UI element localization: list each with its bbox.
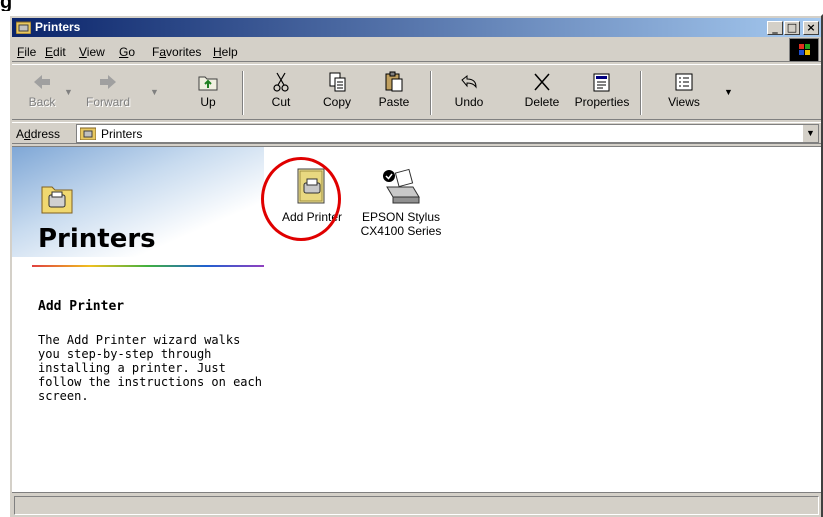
- figure-caption-fragment: g: [0, 0, 13, 11]
- menu-file[interactable]: File: [17, 45, 36, 59]
- delete-button[interactable]: Delete: [512, 69, 572, 117]
- delete-x-icon: [534, 73, 550, 91]
- toolbar-separator: [430, 71, 432, 115]
- maximize-button[interactable]: □: [784, 21, 800, 35]
- menu-favorites[interactable]: Favorites: [152, 45, 201, 59]
- window-title: Printers: [35, 20, 81, 34]
- forward-button[interactable]: Forward: [78, 69, 138, 117]
- address-bar: Address Printers ▼: [12, 122, 821, 144]
- printers-folder-icon: [80, 127, 96, 140]
- menu-help[interactable]: Help: [213, 45, 238, 59]
- copy-button[interactable]: Copy: [307, 69, 367, 117]
- up-folder-icon: [198, 76, 218, 91]
- status-bar: [12, 492, 821, 517]
- menu-go[interactable]: Go: [119, 45, 135, 59]
- forward-dropdown-icon[interactable]: ▼: [150, 87, 159, 97]
- highlight-circle-annotation: [261, 157, 341, 241]
- printers-window: Printers _ □ × File Edit View Go Favorit…: [8, 14, 823, 517]
- selected-item-description: The Add Printer wizard walks you step-by…: [38, 333, 262, 403]
- epson-printer-item[interactable]: EPSON Stylus CX4100 Series: [358, 167, 444, 238]
- web-view-pane: Printers Add Printer The Add Printer wiz…: [12, 147, 264, 494]
- toolbar-separator: [242, 71, 244, 115]
- status-field: [14, 496, 819, 515]
- copy-icon: [329, 72, 346, 92]
- content-area: Printers Add Printer The Add Printer wiz…: [12, 146, 821, 494]
- undo-button[interactable]: Undo: [439, 69, 499, 117]
- scissors-icon: [273, 72, 289, 92]
- pane-title: Printers: [38, 224, 156, 254]
- views-icon: [675, 73, 693, 91]
- properties-icon: [593, 73, 610, 92]
- address-dropdown-button[interactable]: ▼: [802, 125, 818, 142]
- toolbar: Back ▼ Forward ▼ Up Cut Copy Paste Undo …: [12, 64, 821, 120]
- paste-button[interactable]: Paste: [364, 69, 424, 117]
- views-dropdown-icon[interactable]: ▼: [724, 87, 733, 97]
- menu-edit[interactable]: Edit: [45, 45, 66, 59]
- printers-folder-icon: [16, 21, 31, 34]
- up-button[interactable]: Up: [178, 69, 238, 117]
- back-arrow-icon: [34, 75, 50, 89]
- address-value: Printers: [101, 127, 143, 141]
- menu-bar: File Edit View Go Favorites Help: [12, 42, 821, 62]
- address-input[interactable]: Printers ▼: [76, 124, 819, 143]
- forward-arrow-icon: [100, 75, 116, 89]
- paste-icon: [385, 71, 403, 92]
- printer-folder-icon: [41, 186, 73, 214]
- epson-printer-label-line1: EPSON Stylus: [361, 210, 441, 224]
- pane-divider: [32, 265, 264, 267]
- windows-logo-icon: [789, 38, 819, 62]
- properties-button[interactable]: Properties: [572, 69, 632, 117]
- views-button[interactable]: Views: [654, 69, 714, 117]
- minimize-button[interactable]: _: [767, 21, 783, 35]
- menu-view[interactable]: View: [79, 45, 105, 59]
- close-button[interactable]: ×: [803, 21, 819, 35]
- address-label: Address: [16, 127, 61, 141]
- back-button[interactable]: Back: [12, 69, 72, 117]
- title-bar[interactable]: Printers _ □ ×: [12, 18, 821, 37]
- selected-item-heading: Add Printer: [38, 299, 125, 314]
- cut-button[interactable]: Cut: [251, 69, 311, 117]
- undo-icon: [461, 74, 477, 89]
- back-dropdown-icon[interactable]: ▼: [64, 87, 73, 97]
- toolbar-separator: [640, 71, 642, 115]
- printer-icon: [383, 168, 420, 204]
- epson-printer-label-line2: CX4100 Series: [360, 224, 442, 238]
